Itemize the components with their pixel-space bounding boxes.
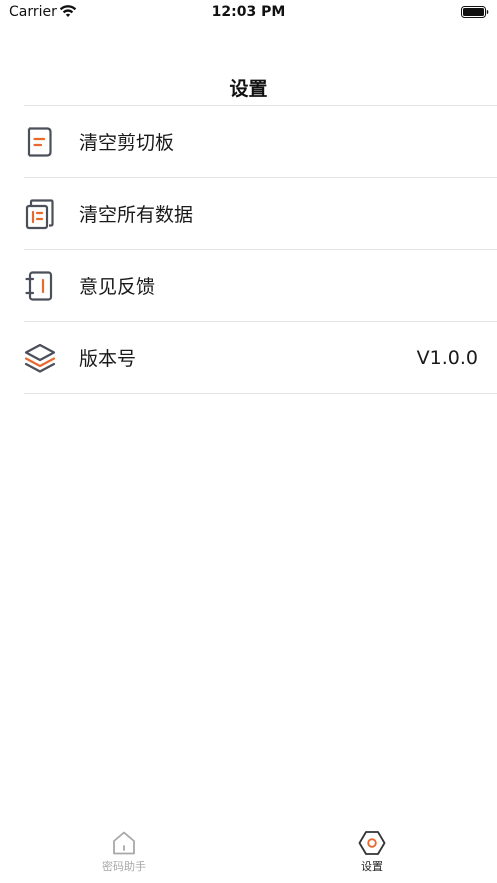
tab-bar: 密码助手 设置: [0, 824, 497, 883]
clipboard-icon: [24, 125, 56, 159]
tab-label: 密码助手: [102, 860, 146, 873]
page-title: 设置: [229, 78, 268, 100]
version-value: V1.0.0: [416, 346, 478, 369]
settings-row-clear-clipboard[interactable]: 清空剪切板: [24, 106, 497, 178]
hexagon-settings-icon: [358, 831, 386, 855]
home-icon: [113, 831, 135, 855]
row-label: 意见反馈: [79, 276, 156, 298]
settings-list: 清空剪切板 清空所有数据 意见反馈 版本号 V1.0.0: [24, 105, 497, 394]
settings-row-feedback[interactable]: 意见反馈: [24, 250, 497, 322]
row-label: 清空所有数据: [79, 204, 194, 226]
documents-icon: [24, 197, 56, 231]
status-bar: Carrier 12:03 PM: [0, 0, 497, 26]
status-time: 12:03 PM: [211, 4, 286, 20]
row-label: 清空剪切板: [79, 132, 175, 154]
notebook-icon: [24, 269, 56, 303]
row-label: 版本号: [79, 348, 137, 370]
settings-row-version[interactable]: 版本号 V1.0.0: [24, 322, 497, 394]
settings-row-clear-all-data[interactable]: 清空所有数据: [24, 178, 497, 250]
tab-settings[interactable]: 设置: [312, 830, 432, 874]
layers-icon: [24, 341, 56, 375]
tab-label: 设置: [361, 860, 383, 873]
tab-password-assistant[interactable]: 密码助手: [64, 830, 184, 874]
battery-icon: [461, 6, 489, 18]
